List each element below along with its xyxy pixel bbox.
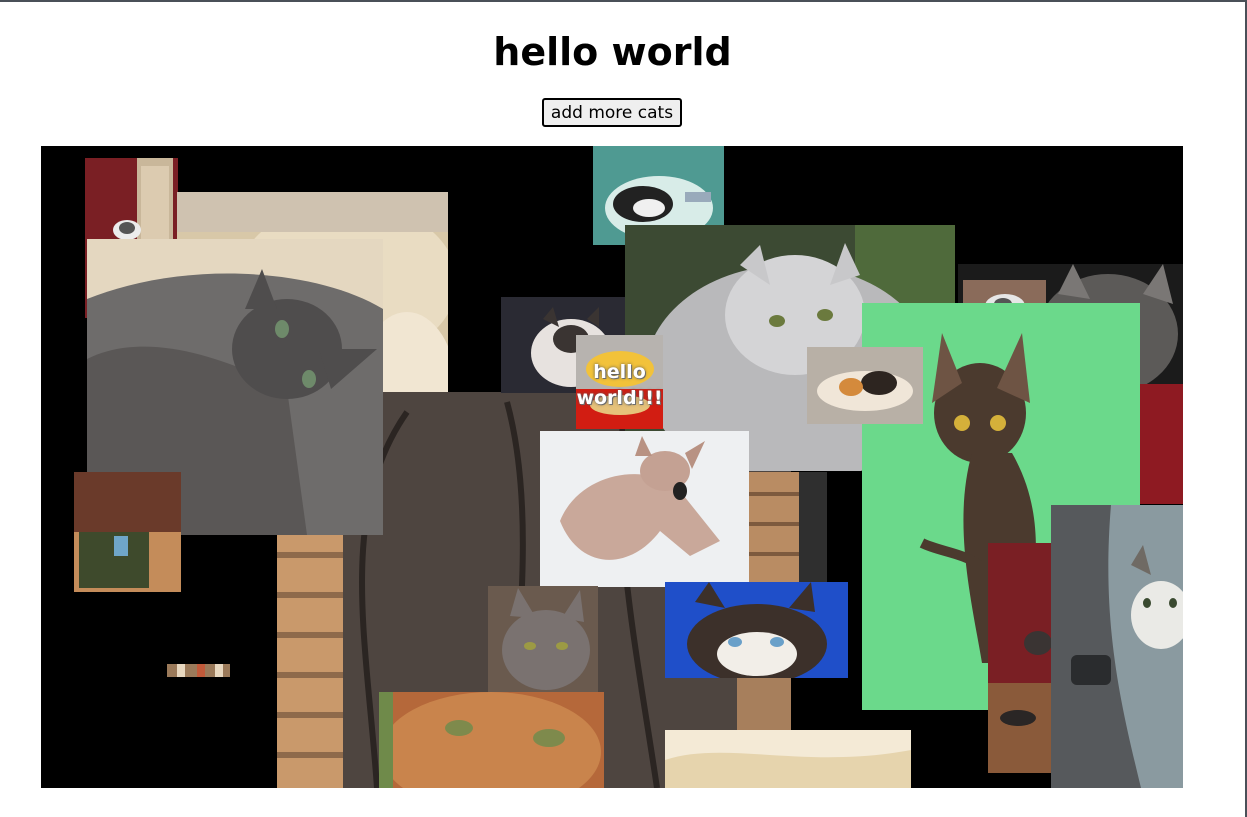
cat-photo-grumpy — [665, 582, 848, 678]
cat-photo-orange-tabby — [379, 692, 604, 788]
page-title: hello world — [493, 30, 732, 74]
cat-photo-sphynx — [540, 431, 749, 587]
cat-photo-cat-tree — [74, 472, 181, 592]
cat-collage-canvas: hello world!!! — [41, 146, 1183, 788]
hello-world-sticker: hello world!!! — [576, 335, 663, 429]
cat-photo-cream-blanket — [665, 730, 911, 788]
cat-photo-calico — [807, 347, 923, 424]
cat-photo-brick-strip — [749, 472, 827, 582]
window-frame-top — [0, 0, 1247, 2]
cat-photo-grey-face — [488, 586, 598, 694]
cat-photo-tiny-strip — [167, 664, 230, 677]
cat-photo-red-wall — [1140, 384, 1183, 504]
cat-photo-car-kitten — [1051, 505, 1183, 788]
add-more-cats-button[interactable]: add more cats — [542, 98, 682, 127]
sticker-caption: hello world!!! — [576, 361, 663, 409]
cat-photo-red-door-floor — [988, 543, 1060, 773]
